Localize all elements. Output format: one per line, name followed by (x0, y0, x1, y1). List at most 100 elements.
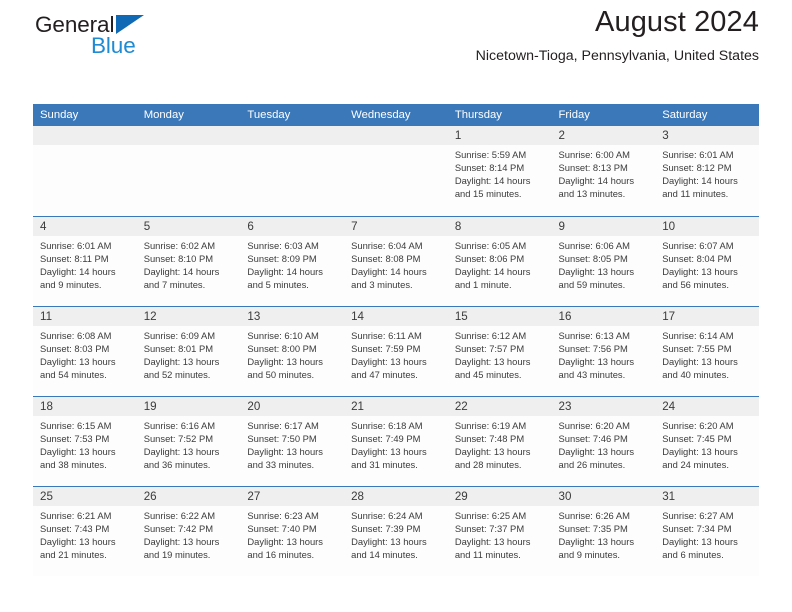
day-sunset-text: Sunset: 7:43 PM (40, 522, 110, 534)
calendar-day-cell[interactable]: 7 Sunrise: 6:04 AM Sunset: 8:08 PM Daylight… (344, 215, 448, 306)
day-sunset-text: Sunset: 8:06 PM (454, 252, 525, 264)
weekday-header-thursday: Thursday (447, 104, 552, 126)
day-daylight-line2-text: and 47 minutes. (351, 368, 418, 380)
day-sunset-text: Sunset: 7:52 PM (143, 432, 214, 444)
calendar-day-cell[interactable]: 25 Sunrise: 6:21 AM Sunset: 7:43 PM Dayligh… (33, 485, 137, 576)
day-sunset-text: Sunset: 8:01 PM (143, 342, 214, 354)
day-details: Sunrise: 6:11 AM Sunset: 7:59 PM Daylight:… (344, 326, 448, 381)
brand-name-blue: Blue (91, 33, 136, 58)
day-details: Sunrise: 6:04 AM Sunset: 8:08 PM Daylight:… (344, 236, 448, 291)
calendar-day-cell[interactable]: 26 Sunrise: 6:22 AM Sunset: 7:42 PM Dayligh… (136, 485, 241, 576)
calendar-day-cell[interactable]: 16 Sunrise: 6:13 AM Sunset: 7:56 PM Dayligh… (551, 305, 656, 396)
day-daylight-line2-text: and 43 minutes. (558, 368, 626, 380)
day-daylight-line1-text: Daylight: 13 hours (143, 535, 220, 547)
calendar-day-cell[interactable]: 28 Sunrise: 6:24 AM Sunset: 7:39 PM Dayligh… (344, 485, 448, 576)
page-header: General Blue August 2024 Nicetown-Tioga,… (33, 0, 759, 100)
day-daylight-line2-text: and 56 minutes. (662, 278, 729, 290)
calendar-day-cell[interactable]: 18 Sunrise: 6:15 AM Sunset: 7:53 PM Dayligh… (33, 395, 137, 486)
day-daylight-line1-text: Daylight: 13 hours (558, 265, 635, 277)
calendar-day-cell[interactable]: 2 Sunrise: 6:00 AM Sunset: 8:13 PM Daylight… (551, 126, 656, 216)
day-daylight-line2-text: and 31 minutes. (351, 458, 418, 470)
calendar-week-row: 25 Sunrise: 6:21 AM Sunset: 7:43 PM Dayligh… (33, 485, 759, 576)
day-daylight-line1-text: Daylight: 13 hours (143, 445, 220, 457)
day-sunset-text: Sunset: 7:34 PM (662, 522, 732, 534)
calendar-day-cell[interactable]: 24 Sunrise: 6:20 AM Sunset: 7:45 PM Dayligh… (655, 395, 759, 486)
calendar-day-cell[interactable]: 27 Sunrise: 6:23 AM Sunset: 7:40 PM Dayligh… (240, 485, 345, 576)
day-number (33, 126, 137, 145)
calendar-day-cell[interactable]: 5 Sunrise: 6:02 AM Sunset: 8:10 PM Daylight… (136, 215, 241, 306)
day-sunrise-text: Sunrise: 6:02 AM (143, 239, 216, 251)
calendar-day-cell[interactable]: 1 Sunrise: 5:59 AM Sunset: 8:14 PM Daylight… (447, 126, 552, 216)
calendar-day-cell[interactable]: 6 Sunrise: 6:03 AM Sunset: 8:09 PM Daylight… (240, 215, 345, 306)
calendar-day-cell[interactable]: 15 Sunrise: 6:12 AM Sunset: 7:57 PM Dayligh… (447, 305, 552, 396)
calendar-day-cell[interactable]: 30 Sunrise: 6:26 AM Sunset: 7:35 PM Dayligh… (551, 485, 656, 576)
day-sunset-text: Sunset: 8:00 PM (247, 342, 317, 354)
brand-logo[interactable]: General Blue (33, 12, 233, 68)
day-daylight-line2-text: and 11 minutes. (454, 548, 521, 560)
day-sunset-text: Sunset: 7:57 PM (454, 342, 525, 354)
calendar-day-cell[interactable]: 17 Sunrise: 6:14 AM Sunset: 7:55 PM Dayligh… (655, 305, 759, 396)
day-daylight-line1-text: Daylight: 13 hours (247, 445, 323, 457)
day-daylight-line1-text: Daylight: 13 hours (247, 355, 323, 367)
page-title: August 2024 (595, 6, 759, 38)
day-sunrise-text: Sunrise: 6:01 AM (662, 149, 734, 160)
day-daylight-line2-text: and 16 minutes. (247, 548, 315, 560)
calendar-day-cell[interactable]: 3 Sunrise: 6:01 AM Sunset: 8:12 PM Daylight… (655, 126, 759, 216)
day-daylight-line1-text: Daylight: 14 hours (454, 175, 531, 187)
calendar-day-cell[interactable]: 20 Sunrise: 6:17 AM Sunset: 7:50 PM Dayligh… (240, 395, 345, 486)
calendar-day-cell[interactable]: 29 Sunrise: 6:25 AM Sunset: 7:37 PM Dayligh… (447, 485, 552, 576)
day-daylight-line1-text: Daylight: 14 hours (40, 265, 116, 277)
day-sunrise-text: Sunrise: 6:00 AM (558, 149, 630, 160)
calendar-day-cell[interactable]: 14 Sunrise: 6:11 AM Sunset: 7:59 PM Dayligh… (344, 305, 448, 396)
day-details: Sunrise: 6:22 AM Sunset: 7:42 PM Daylight:… (137, 506, 241, 561)
day-daylight-line2-text: and 50 minutes. (247, 368, 315, 380)
day-sunset-text: Sunset: 7:42 PM (143, 522, 214, 534)
calendar-day-cell[interactable]: 22 Sunrise: 6:19 AM Sunset: 7:48 PM Dayligh… (447, 395, 552, 486)
calendar-day-cell[interactable]: 13 Sunrise: 6:10 AM Sunset: 8:00 PM Dayligh… (240, 305, 345, 396)
weekday-header-friday: Friday (551, 104, 656, 126)
day-daylight-line2-text: and 21 minutes. (40, 548, 107, 560)
day-daylight-line2-text: and 33 minutes. (247, 458, 315, 470)
day-details: Sunrise: 6:14 AM Sunset: 7:55 PM Daylight:… (655, 326, 759, 381)
day-sunset-text: Sunset: 8:12 PM (662, 162, 732, 174)
day-number: 16 (551, 306, 656, 326)
calendar-day-cell[interactable]: 19 Sunrise: 6:16 AM Sunset: 7:52 PM Dayligh… (136, 395, 241, 486)
calendar-day-cell[interactable]: 4 Sunrise: 6:01 AM Sunset: 8:11 PM Daylight… (33, 215, 137, 306)
day-daylight-line1-text: Daylight: 13 hours (454, 445, 531, 457)
day-number: 15 (447, 306, 552, 326)
calendar-day-cell[interactable]: 9 Sunrise: 6:06 AM Sunset: 8:05 PM Daylight… (551, 215, 656, 306)
day-daylight-line2-text: and 26 minutes. (558, 458, 626, 470)
day-number: 2 (551, 126, 656, 145)
day-sunrise-text: Sunrise: 6:06 AM (558, 239, 630, 251)
day-sunrise-text: Sunrise: 6:17 AM (247, 419, 319, 431)
calendar-day-cell[interactable]: 12 Sunrise: 6:09 AM Sunset: 8:01 PM Dayligh… (136, 305, 241, 396)
day-daylight-line1-text: Daylight: 14 hours (351, 265, 427, 277)
calendar-day-cell[interactable]: 8 Sunrise: 6:05 AM Sunset: 8:06 PM Daylight… (447, 215, 552, 306)
calendar-day-cell[interactable]: 21 Sunrise: 6:18 AM Sunset: 7:49 PM Dayligh… (344, 395, 448, 486)
brand-triangle-icon (116, 15, 144, 34)
day-details: Sunrise: 6:25 AM Sunset: 7:37 PM Daylight:… (448, 506, 552, 561)
day-daylight-line2-text: and 45 minutes. (454, 368, 522, 380)
day-daylight-line1-text: Daylight: 14 hours (662, 175, 738, 187)
day-sunset-text: Sunset: 8:05 PM (558, 252, 628, 264)
calendar-day-cell[interactable]: 31 Sunrise: 6:27 AM Sunset: 7:34 PM Dayligh… (655, 485, 759, 576)
day-daylight-line1-text: Daylight: 14 hours (454, 265, 531, 277)
day-sunrise-text: Sunrise: 6:16 AM (143, 419, 216, 431)
day-daylight-line1-text: Daylight: 13 hours (351, 535, 427, 547)
day-details: Sunrise: 6:12 AM Sunset: 7:57 PM Daylight:… (448, 326, 552, 381)
weekday-header-saturday: Saturday (655, 104, 759, 126)
day-sunset-text: Sunset: 7:50 PM (247, 432, 317, 444)
calendar-day-cell-empty (344, 126, 448, 216)
calendar-page: General Blue August 2024 Nicetown-Tioga,… (0, 0, 792, 612)
day-daylight-line2-text: and 3 minutes. (351, 278, 413, 290)
day-number (136, 126, 241, 145)
day-details: Sunrise: 6:23 AM Sunset: 7:40 PM Daylight:… (240, 506, 344, 561)
calendar-day-cell[interactable]: 23 Sunrise: 6:20 AM Sunset: 7:46 PM Dayligh… (551, 395, 656, 486)
day-sunrise-text: Sunrise: 6:24 AM (351, 509, 423, 521)
calendar-day-cell[interactable]: 10 Sunrise: 6:07 AM Sunset: 8:04 PM Dayligh… (655, 215, 759, 306)
day-sunrise-text: Sunrise: 6:25 AM (454, 509, 527, 521)
day-daylight-line1-text: Daylight: 13 hours (558, 535, 635, 547)
day-details: Sunrise: 6:20 AM Sunset: 7:46 PM Daylight:… (552, 416, 656, 471)
day-daylight-line1-text: Daylight: 13 hours (247, 535, 323, 547)
calendar-day-cell[interactable]: 11 Sunrise: 6:08 AM Sunset: 8:03 PM Dayligh… (33, 305, 137, 396)
